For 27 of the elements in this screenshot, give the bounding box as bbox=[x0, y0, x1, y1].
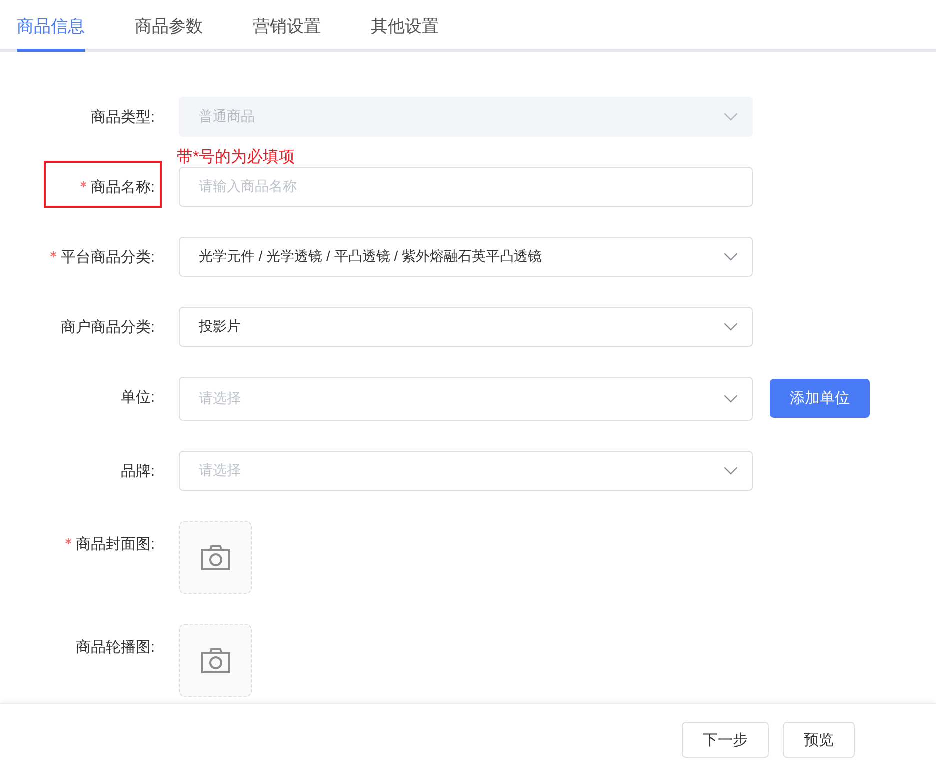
chevron-down-icon bbox=[724, 467, 738, 475]
field-label: 商品轮播图: bbox=[76, 638, 155, 656]
tab[interactable]: 营销设置 bbox=[253, 0, 321, 52]
preview-button[interactable]: 预览 bbox=[783, 722, 855, 758]
tab[interactable]: 商品信息 bbox=[17, 0, 85, 52]
select-field[interactable]: 投影片 bbox=[179, 307, 753, 347]
annotation-text: 带*号的为必填项 bbox=[177, 149, 296, 167]
image-upload-box[interactable] bbox=[179, 624, 252, 697]
tab[interactable]: 其他设置 bbox=[371, 0, 439, 52]
field-label: 商品名称: bbox=[90, 178, 155, 196]
chevron-down-icon bbox=[724, 395, 738, 403]
field-label: 商品类型: bbox=[90, 108, 155, 126]
chevron-down-icon bbox=[724, 113, 738, 121]
field-label: 商品封面图: bbox=[76, 534, 155, 554]
field-label: 品牌: bbox=[120, 462, 155, 480]
select-field[interactable]: 光学元件 / 光学透镜 / 平凸透镜 / 紫外熔融石英平凸透镜 bbox=[179, 237, 753, 277]
camera-icon bbox=[200, 648, 230, 674]
field-label: 平台商品分类: bbox=[60, 248, 155, 266]
chevron-down-icon bbox=[724, 323, 738, 331]
tab[interactable]: 商品参数 bbox=[135, 0, 203, 52]
add-unit-button[interactable]: 添加单位 bbox=[770, 379, 870, 418]
chevron-down-icon bbox=[724, 253, 738, 261]
next-step-button[interactable]: 下一步 bbox=[682, 722, 769, 758]
field-label: 商户商品分类: bbox=[60, 318, 155, 336]
image-upload-box[interactable] bbox=[179, 521, 252, 594]
camera-icon bbox=[200, 544, 230, 570]
field-label: 单位: bbox=[120, 388, 155, 406]
